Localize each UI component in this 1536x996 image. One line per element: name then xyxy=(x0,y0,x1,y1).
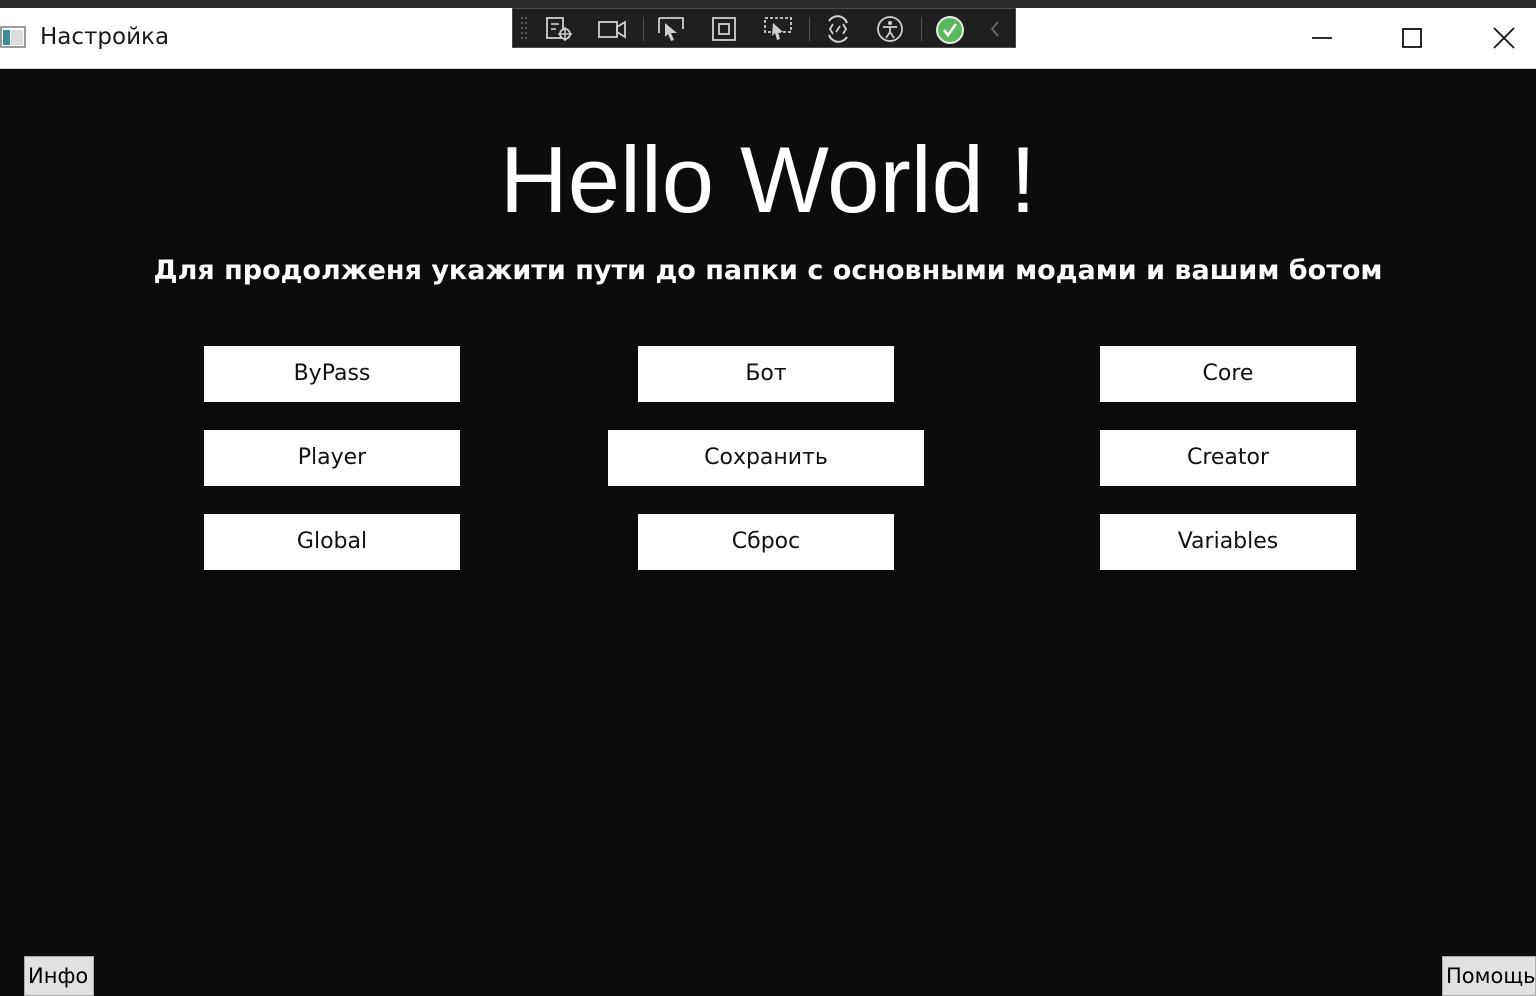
hot-reload-button[interactable] xyxy=(817,14,857,44)
toolbar-separator xyxy=(809,17,810,41)
accessibility-icon xyxy=(877,16,903,42)
creator-button[interactable]: Creator xyxy=(1100,430,1356,486)
window-title: Настройка xyxy=(40,24,170,50)
minimize-icon xyxy=(1312,37,1332,39)
display-layout-adorners-icon xyxy=(712,17,736,41)
success-check-icon xyxy=(936,16,964,44)
maximize-icon xyxy=(1402,28,1422,48)
collapse-toolbar-button[interactable] xyxy=(981,14,1009,44)
video-camera-icon xyxy=(598,20,626,39)
live-visual-tree-icon xyxy=(546,17,572,41)
close-button[interactable] xyxy=(1459,8,1536,68)
help-button[interactable]: Помощь xyxy=(1442,956,1536,996)
video-camera-button[interactable] xyxy=(591,14,631,44)
window-top-edge xyxy=(0,0,1536,8)
app-window-icon xyxy=(0,26,26,48)
maximize-button[interactable] xyxy=(1367,8,1457,68)
live-visual-tree-button[interactable] xyxy=(539,14,579,44)
grip-icon[interactable] xyxy=(519,15,529,43)
toolbar-separator xyxy=(921,17,922,41)
instruction-text: Для продолженя укажити пути до папки с о… xyxy=(153,255,1383,286)
select-element-icon xyxy=(658,17,684,41)
bot-button[interactable]: Бот xyxy=(638,346,894,402)
hot-reload-icon xyxy=(828,15,848,43)
global-button[interactable]: Global xyxy=(204,514,460,570)
success-check-button[interactable] xyxy=(929,14,969,44)
select-element-button[interactable] xyxy=(651,14,691,44)
track-focus-icon xyxy=(764,17,792,40)
display-layout-adorners-button[interactable] xyxy=(703,14,743,44)
accessibility-button[interactable] xyxy=(869,14,909,44)
core-button[interactable]: Core xyxy=(1100,346,1356,402)
xaml-debug-toolbar xyxy=(512,8,1016,48)
bypass-button[interactable]: ByPass xyxy=(204,346,460,402)
collapse-chevron-icon xyxy=(990,21,999,37)
close-icon xyxy=(1493,27,1515,49)
reset-button[interactable]: Сброс xyxy=(638,514,894,570)
save-button[interactable]: Сохранить xyxy=(608,430,924,486)
track-focus-button[interactable] xyxy=(757,14,797,44)
main-heading: Hello World ! xyxy=(499,127,1037,232)
player-button[interactable]: Player xyxy=(204,430,460,486)
minimize-button[interactable] xyxy=(1277,8,1367,68)
toolbar-separator xyxy=(643,17,644,41)
variables-button[interactable]: Variables xyxy=(1100,514,1356,570)
info-button[interactable]: Инфо xyxy=(24,956,94,996)
